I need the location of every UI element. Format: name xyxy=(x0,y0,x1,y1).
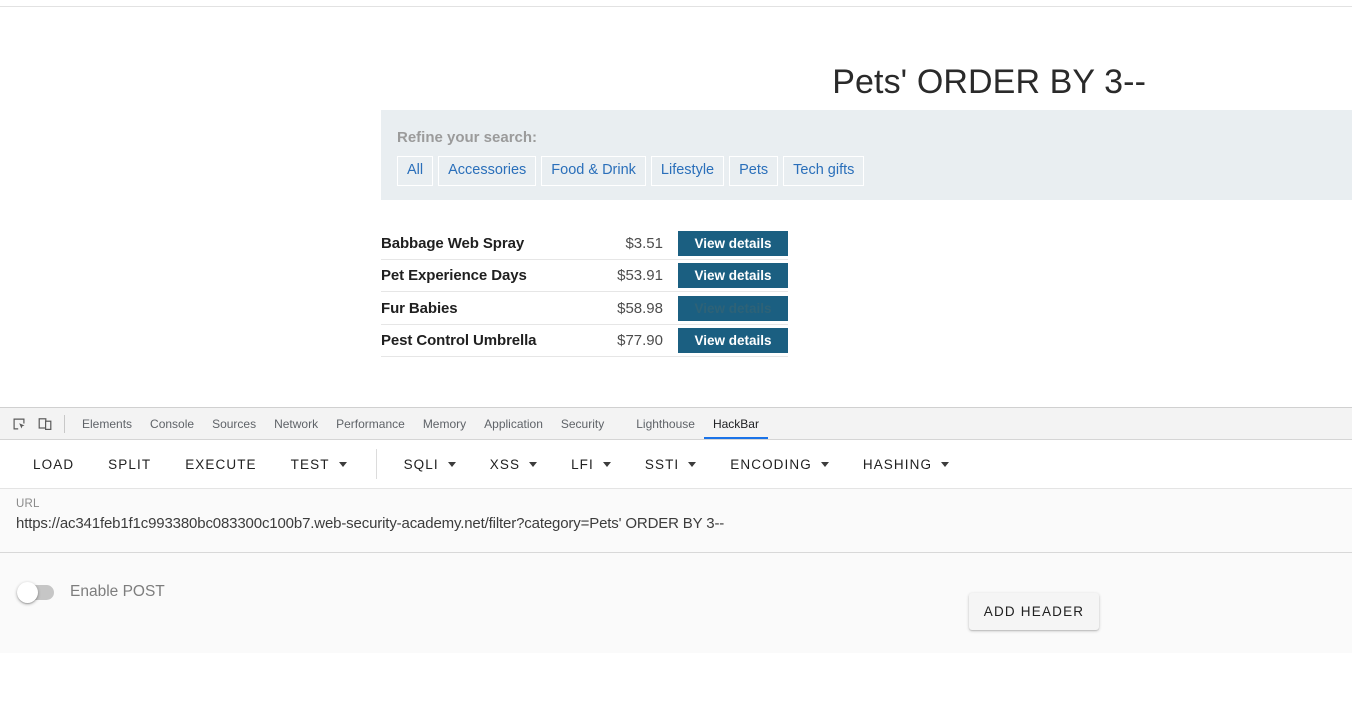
devtools-tab-elements[interactable]: Elements xyxy=(73,408,141,439)
product-name: Pest Control Umbrella xyxy=(381,332,537,350)
add-header-button[interactable]: ADD HEADER xyxy=(969,593,1099,630)
hackbar-button-label: LOAD xyxy=(33,456,75,472)
devtools-tab-lighthouse[interactable]: Lighthouse xyxy=(627,408,704,439)
hackbar-load-button[interactable]: LOAD xyxy=(22,450,85,479)
category-filter-chip[interactable]: Food & Drink xyxy=(541,156,646,186)
hackbar-button-label: XSS xyxy=(489,456,521,472)
devtools-tab-group: Elements Console Sources Network Performance… xyxy=(73,408,768,439)
hackbar-test-button[interactable]: TEST xyxy=(280,450,358,479)
product-name: Pet Experience Days xyxy=(381,267,527,285)
inspect-element-icon[interactable] xyxy=(6,412,32,436)
category-filter-chip[interactable]: Accessories xyxy=(438,156,537,186)
chevron-down-icon xyxy=(602,461,611,467)
product-list: Babbage Web Spray $3.51 View details Pet Ex… xyxy=(381,227,788,357)
product-row: Fur Babies $58.98 View details xyxy=(381,292,788,325)
devtools-tab-security[interactable]: Security xyxy=(552,408,613,439)
category-filter-list: All Accessories Food & Drink Lifestyle Pets T… xyxy=(397,156,869,186)
refine-search-panel: Refine your search: All Accessories Food &… xyxy=(381,110,1352,200)
product-price: $77.90 xyxy=(617,332,663,350)
product-price: $53.91 xyxy=(617,267,663,285)
hackbar-button-label: LFI xyxy=(571,456,594,472)
toggle-track xyxy=(17,581,54,603)
enable-post-toggle[interactable]: Enable POST xyxy=(17,581,165,603)
product-price: $3.51 xyxy=(625,234,663,252)
category-filter-chip[interactable]: Lifestyle xyxy=(650,156,725,186)
product-row: Pest Control Umbrella $77.90 View details xyxy=(381,325,788,357)
enable-post-label: Enable POST xyxy=(70,583,165,600)
view-details-button[interactable]: View details xyxy=(678,328,788,354)
devtools-tab-console[interactable]: Console xyxy=(141,408,203,439)
hackbar-button-label: HASHING xyxy=(862,456,933,472)
chevron-down-icon xyxy=(338,461,347,467)
hackbar-url-section: URL xyxy=(0,489,1352,553)
url-input[interactable] xyxy=(16,515,1336,532)
category-filter-chip[interactable]: All xyxy=(397,156,434,186)
product-row: Pet Experience Days $53.91 View details xyxy=(381,260,788,292)
product-name: Fur Babies xyxy=(381,299,458,317)
hackbar-button-label: EXECUTE xyxy=(185,456,257,472)
hackbar-xss-button[interactable]: XSS xyxy=(479,450,548,479)
product-row: Babbage Web Spray $3.51 View details xyxy=(381,227,788,260)
url-field-label: URL xyxy=(16,498,40,510)
view-details-button[interactable]: View details xyxy=(678,263,788,289)
category-filter-chip[interactable]: Tech gifts xyxy=(783,156,865,186)
chevron-down-icon xyxy=(820,461,829,467)
hackbar-sqli-button[interactable]: SQLI xyxy=(393,450,467,479)
chevron-down-icon xyxy=(941,461,950,467)
devtools-tab-network[interactable]: Network xyxy=(265,408,327,439)
hackbar-split-button[interactable]: SPLIT xyxy=(97,450,162,479)
hackbar-hashing-button[interactable]: HASHING xyxy=(852,450,960,479)
chevron-down-icon xyxy=(529,461,538,467)
toggle-knob xyxy=(17,581,38,603)
hackbar-button-label: SSTI xyxy=(644,456,680,472)
chevron-down-icon xyxy=(447,461,456,467)
devtools-tab-performance[interactable]: Performance xyxy=(327,408,414,439)
hackbar-button-label: SPLIT xyxy=(108,456,152,472)
hackbar-button-label: TEST xyxy=(290,456,330,472)
hackbar-ssti-button[interactable]: SSTI xyxy=(634,450,707,479)
devtools-tab-bar: Elements Console Sources Network Performance… xyxy=(0,408,1352,440)
device-toolbar-icon[interactable] xyxy=(32,412,58,436)
refine-search-label: Refine your search: xyxy=(397,129,538,146)
hackbar-encoding-button[interactable]: ENCODING xyxy=(719,450,840,479)
web-page-viewport: Pets' ORDER BY 3-- Refine your search: A… xyxy=(0,0,1352,407)
devtools-tab-sources[interactable]: Sources xyxy=(203,408,265,439)
hackbar-toolbar-divider xyxy=(375,449,377,479)
hackbar-options-section: Enable POST xyxy=(0,553,1352,653)
devtools-panel: Elements Console Sources Network Performance… xyxy=(0,407,1352,707)
product-price: $58.98 xyxy=(617,299,663,317)
product-name: Babbage Web Spray xyxy=(381,234,525,252)
view-details-button[interactable]: View details xyxy=(678,295,788,321)
devtools-icon-divider xyxy=(64,414,65,433)
devtools-tab-application[interactable]: Application xyxy=(475,408,552,439)
page-title: Pets' ORDER BY 3-- xyxy=(832,62,1146,101)
hackbar-button-label: ENCODING xyxy=(730,456,812,472)
devtools-tab-memory[interactable]: Memory xyxy=(414,408,475,439)
page-top-divider xyxy=(0,6,1352,7)
chevron-down-icon xyxy=(688,461,697,467)
hackbar-execute-button[interactable]: EXECUTE xyxy=(174,450,267,479)
hackbar-lfi-button[interactable]: LFI xyxy=(560,450,622,479)
hackbar-button-label: SQLI xyxy=(403,456,439,472)
category-filter-chip[interactable]: Pets xyxy=(729,156,779,186)
devtools-tab-hackbar[interactable]: HackBar xyxy=(703,408,768,439)
hackbar-toolbar: LOAD SPLIT EXECUTE TEST SQLI XSS LFI SSTI ENCODI… xyxy=(0,440,1352,489)
view-details-button[interactable]: View details xyxy=(678,230,788,256)
